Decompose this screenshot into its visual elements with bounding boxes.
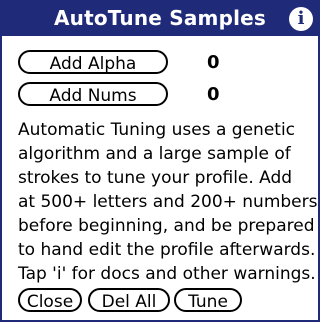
- info-icon[interactable]: i: [289, 7, 313, 31]
- add-nums-button[interactable]: Add Nums: [18, 82, 168, 106]
- close-button[interactable]: Close: [18, 288, 82, 312]
- dialog-window: AutoTune Samples i Add Alpha 0 Add Nums …: [0, 0, 320, 322]
- description-line: Tap 'i' for docs and other warnings.: [18, 264, 316, 284]
- del-all-button[interactable]: Del All: [88, 288, 170, 312]
- description-line: Automatic Tuning uses a genetic: [18, 120, 296, 140]
- nums-count: 0: [207, 84, 220, 105]
- titlebar: AutoTune Samples i: [2, 2, 318, 36]
- description-line: before beginning, and be prepared: [18, 216, 315, 236]
- description-line: at 500+ letters and 200+ numbers: [18, 192, 318, 212]
- alpha-count: 0: [207, 52, 220, 73]
- description-line: algorithm and a large sample of: [18, 144, 291, 164]
- description-line: strokes to tune your profile. Add: [18, 168, 293, 188]
- add-alpha-button[interactable]: Add Alpha: [18, 50, 168, 74]
- dialog-title: AutoTune Samples: [53, 6, 267, 30]
- tune-button[interactable]: Tune: [174, 288, 242, 312]
- description-text: Automatic Tuning uses a genetic algorith…: [18, 118, 318, 286]
- description-line: to hand edit the profile afterwards.: [18, 240, 316, 260]
